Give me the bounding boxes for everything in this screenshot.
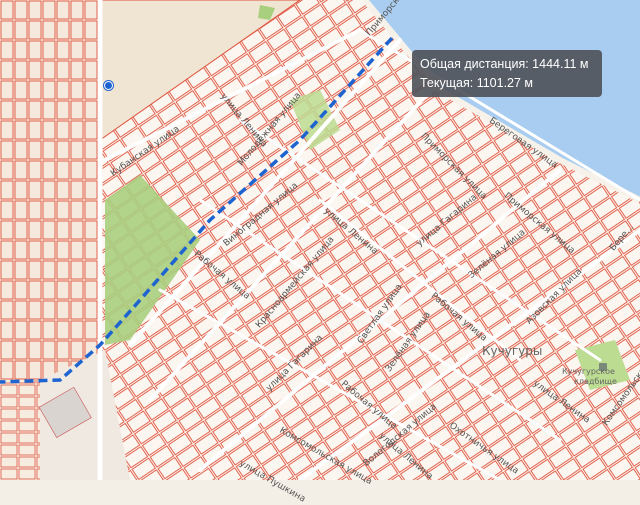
place-label-kuchugury: Кучугуры	[482, 344, 543, 358]
current-distance-text: Текущая: 1101.27 м	[420, 76, 534, 90]
west-lower-parcels	[0, 380, 45, 480]
west-parcels	[0, 0, 100, 380]
distance-info-panel: Общая дистанция: 1444.11 м Текущая: 1101…	[412, 50, 602, 97]
place-label-cemetery-2: кладбище	[574, 377, 617, 386]
place-label-cemetery-1: Кучугурское	[562, 367, 615, 376]
total-distance-text: Общая дистанция: 1444.11 м	[420, 57, 589, 71]
location-marker[interactable]	[104, 81, 113, 90]
